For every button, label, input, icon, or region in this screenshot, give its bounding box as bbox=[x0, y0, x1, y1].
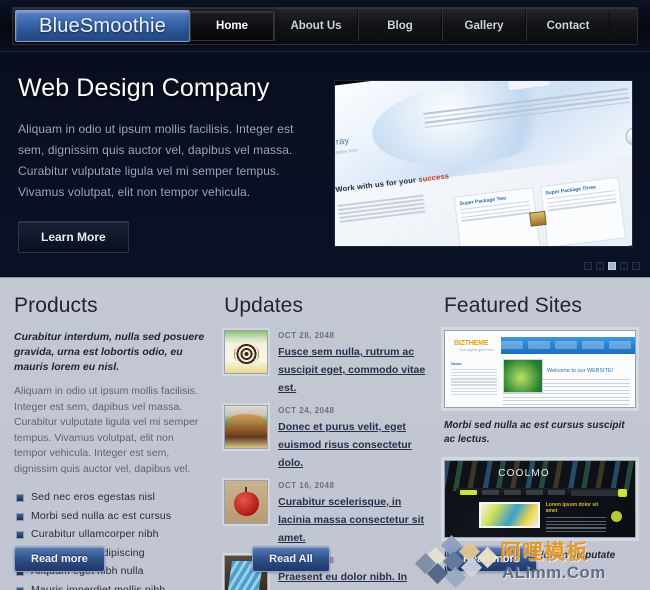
coolmo-search-field bbox=[571, 489, 619, 496]
list-item[interactable]: OCT 24, 2048 Donec et purus velit, eget … bbox=[224, 405, 428, 471]
nav-label-about-us: About Us bbox=[290, 20, 342, 32]
nav-label-blog: Blog bbox=[387, 20, 413, 32]
slideshow-pagination bbox=[584, 262, 640, 270]
nav-label-home: Home bbox=[216, 20, 248, 32]
coolmo-headline: Lorem ipsum dolor sit amet bbox=[545, 502, 599, 515]
update-link[interactable]: Praesent eu dolor nibh. In hac habitasse… bbox=[278, 571, 407, 590]
featured-caption: Morbi sed nulla ac est cursus suscipit a… bbox=[444, 420, 625, 445]
featured-actions: Read more bbox=[446, 546, 537, 572]
coolmo-search-icon bbox=[618, 488, 627, 497]
list-item[interactable]: Mauris imperdiet mollis nibh bbox=[14, 582, 208, 590]
products-column: Products Curabitur interdum, nulla sed p… bbox=[14, 294, 208, 590]
products-read-more-button[interactable]: Read more bbox=[14, 546, 105, 572]
hero-title: Web Design Company bbox=[18, 74, 270, 102]
update-body: OCT 28, 2048 Fusce sem nulla, rutrum ac … bbox=[278, 330, 428, 396]
biztheme-logo-suffix: THEME bbox=[464, 340, 489, 347]
list-item[interactable]: Morbi sed nulla ac est cursus bbox=[14, 508, 208, 524]
list-item[interactable]: Curabitur ullamcorper nibh bbox=[14, 526, 208, 542]
coolmo-feature-text: Lorem ipsum dolor sit amet bbox=[545, 502, 607, 534]
hero-paragraph: Aliquam in odio ut ipsum mollis facilisi… bbox=[18, 122, 294, 199]
products-title: Products bbox=[14, 294, 98, 317]
update-date: OCT 28, 2048 bbox=[278, 331, 335, 340]
nav-item-contact[interactable]: Contact bbox=[526, 11, 610, 41]
nav-label-contact: Contact bbox=[546, 20, 590, 32]
navigation-bar: BlueSmoothie Home About Us Blog Gallery bbox=[12, 7, 638, 45]
list-item[interactable]: OCT 16, 2048 Curabitur scelerisque, in l… bbox=[224, 480, 428, 546]
biztheme-hero-image bbox=[503, 359, 543, 393]
nav-item-about-us[interactable]: About Us bbox=[274, 11, 358, 41]
update-link[interactable]: Donec et purus velit, eget euismod risus… bbox=[278, 421, 412, 469]
slide-body-lines bbox=[337, 192, 426, 225]
slide-dot-5[interactable] bbox=[632, 262, 640, 270]
products-list: Sed nec eros egestas nisl Morbi sed null… bbox=[14, 489, 208, 590]
products-body: Aliquam in odio ut ipsum mollis facilisi… bbox=[14, 385, 199, 475]
update-body: OCT 24, 2048 Donec et purus velit, eget … bbox=[278, 405, 428, 471]
learn-more-button[interactable]: Learn More bbox=[18, 221, 129, 253]
updates-read-all-button[interactable]: Read All bbox=[252, 546, 330, 572]
updates-actions: Read All bbox=[252, 546, 330, 572]
slide-card-two: Super Package Three bbox=[539, 176, 627, 246]
nav-item-blog[interactable]: Blog bbox=[358, 11, 442, 41]
cinnamon-roll-thumbnail bbox=[224, 330, 269, 374]
logo-text: BlueSmoothie bbox=[39, 14, 166, 37]
slide-package-icon bbox=[529, 210, 548, 227]
main-menu: Home About Us Blog Gallery Contact bbox=[190, 8, 637, 44]
nav-item-home[interactable]: Home bbox=[190, 11, 274, 41]
updates-title: Updates bbox=[224, 294, 304, 317]
hero-section: Web Design Company Aliquam in odio ut ip… bbox=[0, 52, 650, 277]
list-item[interactable]: Sed nec eros egestas nisl bbox=[14, 489, 208, 505]
hero-band: BlueSmoothie Home About Us Blog Gallery bbox=[0, 0, 650, 277]
coolmo-site-thumbnail[interactable]: COOLMO Lorem ipsum dolor sit amet bbox=[444, 460, 636, 538]
biztheme-nav bbox=[501, 341, 631, 349]
update-date: OCT 16, 2048 bbox=[278, 481, 335, 490]
biztheme-logo: BIZTHEME bbox=[454, 340, 488, 347]
site-header: BlueSmoothie Home About Us Blog Gallery bbox=[0, 0, 650, 52]
slide-dot-1[interactable] bbox=[584, 262, 592, 270]
list-item[interactable]: OCT 28, 2048 Fusce sem nulla, rutrum ac … bbox=[224, 330, 428, 396]
apple-thumbnail bbox=[224, 480, 269, 524]
nav-label-gallery: Gallery bbox=[464, 20, 504, 32]
biztheme-main: Welcome to our WEBSITE! bbox=[503, 359, 630, 407]
coolmo-next-arrow-icon bbox=[610, 511, 622, 523]
hero-slideshow[interactable]: t Gray your tagline here Services Work w… bbox=[334, 80, 633, 247]
featured-read-more-button[interactable]: Read more bbox=[446, 546, 537, 572]
slide-dot-3[interactable] bbox=[608, 262, 616, 270]
biztheme-tagline: Your tagline goes here bbox=[459, 348, 494, 352]
featured-sites-column: Featured Sites BIZTHEME Your tagline goe… bbox=[444, 294, 636, 590]
biztheme-sidebar: News bbox=[451, 361, 497, 397]
slide-dot-4[interactable] bbox=[620, 262, 628, 270]
update-date: OCT 24, 2048 bbox=[278, 406, 335, 415]
products-lead: Curabitur interdum, nulla sed posuere gr… bbox=[14, 331, 205, 373]
featured-sites-title: Featured Sites bbox=[444, 294, 582, 317]
slide-card-one: Super Package Two bbox=[453, 186, 541, 246]
site-logo[interactable]: BlueSmoothie bbox=[15, 10, 190, 42]
burger-thumbnail bbox=[224, 405, 269, 449]
update-link[interactable]: Fusce sem nulla, rutrum ac suscipit eget… bbox=[278, 346, 425, 394]
hero-copy: Web Design Company Aliquam in odio ut ip… bbox=[18, 74, 318, 253]
update-body: OCT 16, 2048 Curabitur scelerisque, in l… bbox=[278, 480, 428, 546]
content-columns: Products Curabitur interdum, nulla sed p… bbox=[0, 277, 650, 590]
biztheme-site-thumbnail[interactable]: BIZTHEME Your tagline goes here News Wel… bbox=[444, 330, 636, 408]
coolmo-logo: COOLMO bbox=[498, 467, 550, 479]
slide-more-link: Learn More + bbox=[343, 245, 378, 246]
slide-screenshot: t Gray your tagline here Services Work w… bbox=[335, 81, 632, 246]
biztheme-main-heading: Welcome to our WEBSITE! bbox=[547, 368, 614, 374]
update-link[interactable]: Curabitur scelerisque, in lacinia massa … bbox=[278, 496, 424, 544]
products-actions: Read more bbox=[14, 546, 105, 572]
slide-dot-2[interactable] bbox=[596, 262, 604, 270]
coolmo-feature-image bbox=[479, 502, 540, 528]
nav-item-gallery[interactable]: Gallery bbox=[442, 11, 526, 41]
page-root: BlueSmoothie Home About Us Blog Gallery bbox=[0, 0, 650, 590]
biztheme-sidebar-heading: News bbox=[451, 361, 462, 366]
biztheme-logo-prefix: BIZ bbox=[454, 340, 465, 347]
updates-column: Updates OCT 28, 2048 Fusce sem nulla, ru… bbox=[224, 294, 428, 590]
